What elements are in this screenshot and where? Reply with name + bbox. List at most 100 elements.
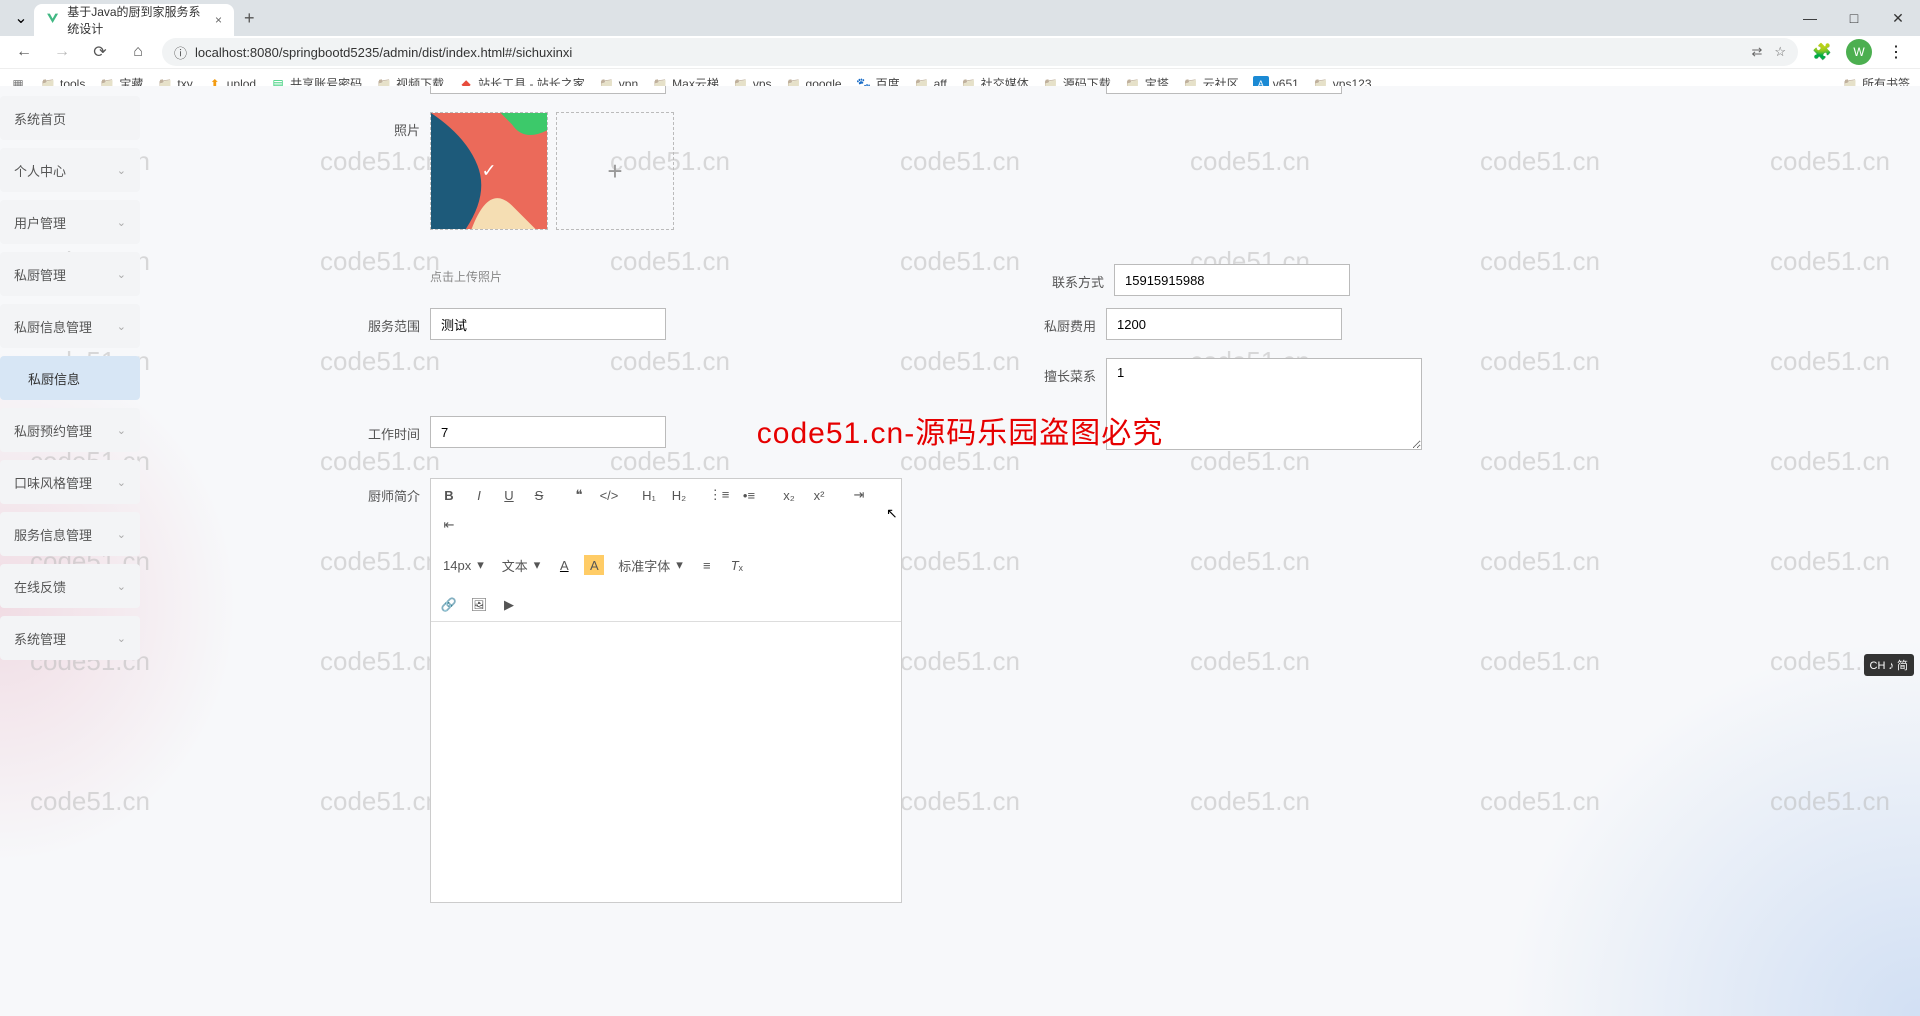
editor-toolbar: B I U S ❝ </> H₁ H₂ ⋮≡ •≡ x₂ [431, 479, 901, 622]
nav-reload-button[interactable]: ⟳ [86, 38, 114, 66]
sidebar-item-label: 口味风格管理 [14, 473, 92, 492]
chevron-down-icon: ⌄ [117, 476, 126, 489]
sidebar-item-label: 私厨管理 [14, 265, 66, 284]
align-icon[interactable]: ≡ [697, 555, 717, 575]
browser-menu-icon[interactable]: ⋮ [1882, 38, 1910, 66]
sidebar-item[interactable]: 私厨管理 ⌄ [0, 252, 140, 296]
nav-forward-button[interactable]: → [48, 38, 76, 66]
tab-close-icon[interactable]: × [215, 13, 222, 27]
sidebar-item[interactable]: 私厨信息管理 ⌄ [0, 304, 140, 348]
sidebar-item-label: 系统管理 [14, 629, 66, 648]
uploaded-image-thumb[interactable]: ✓ [430, 112, 548, 230]
link-icon[interactable]: 🔗 [439, 595, 459, 615]
site-info-icon[interactable]: ⓘ [174, 43, 187, 62]
scope-input[interactable] [430, 308, 666, 340]
upload-add-button[interactable]: + [556, 112, 674, 230]
tab-list-dropdown[interactable]: ⌄ [8, 5, 34, 31]
bold-icon[interactable]: B [439, 485, 459, 505]
sidebar-item-label: 私厨信息 [28, 369, 80, 388]
chevron-down-icon: ⌄ [117, 424, 126, 437]
outdent-icon[interactable]: ⇤ [439, 515, 459, 535]
sidebar-item[interactable]: 系统管理 ⌄ [0, 616, 140, 660]
italic-icon[interactable]: I [469, 485, 489, 505]
sidebar-item-label: 用户管理 [14, 213, 66, 232]
cuisine-label: 擅长菜系 [1016, 358, 1106, 385]
fee-input[interactable] [1106, 308, 1342, 340]
sidebar-item[interactable]: 系统首页 [0, 96, 140, 140]
contact-input[interactable] [1114, 264, 1350, 296]
vue-icon [46, 12, 59, 28]
nav-home-button[interactable]: ⌂ [124, 38, 152, 66]
sidebar-item-label: 私厨信息管理 [14, 317, 92, 336]
chevron-down-icon: ▾ [534, 557, 541, 573]
browser-tab[interactable]: 基于Java的厨到家服务系统设计 × [34, 4, 234, 36]
new-tab-button[interactable]: + [244, 8, 255, 29]
ordered-list-icon[interactable]: ⋮≡ [709, 485, 729, 505]
unordered-list-icon[interactable]: •≡ [739, 485, 759, 505]
sidebar-item-label: 在线反馈 [14, 577, 66, 596]
tab-bar: ⌄ 基于Java的厨到家服务系统设计 × + — □ ✕ [0, 0, 1920, 36]
sidebar-item[interactable]: 用户管理 ⌄ [0, 200, 140, 244]
chevron-down-icon: ⌄ [117, 164, 126, 177]
scope-label: 服务范围 [340, 308, 430, 335]
chevron-down-icon: ⌄ [117, 528, 126, 541]
worktime-input[interactable] [430, 416, 666, 448]
sidebar-item[interactable]: 个人中心 ⌄ [0, 148, 140, 192]
chevron-down-icon: ⌄ [117, 632, 126, 645]
font-color-icon[interactable]: A [554, 555, 574, 575]
image-icon[interactable]: 🖼 [469, 595, 489, 615]
chevron-down-icon: ⌄ [117, 268, 126, 281]
ime-indicator[interactable]: CH ♪ 简 [1864, 654, 1915, 676]
clear-format-icon[interactable]: Tₓ [727, 555, 747, 575]
sidebar-item-label: 个人中心 [14, 161, 66, 180]
fee-label: 私厨费用 [1016, 308, 1106, 335]
subscript-icon[interactable]: x₂ [779, 485, 799, 505]
sidebar-item-label: 系统首页 [14, 109, 66, 128]
chevron-down-icon: ⌄ [117, 320, 126, 333]
h2-icon[interactable]: H₂ [669, 485, 689, 505]
cuisine-textarea[interactable]: 1 [1106, 358, 1422, 450]
strikethrough-icon[interactable]: S [529, 485, 549, 505]
sidebar-nav: 系统首页个人中心⌄用户管理⌄私厨管理⌄私厨信息管理⌄私厨信息私厨预约管理⌄口味风… [0, 86, 140, 1016]
window-maximize-button[interactable]: □ [1832, 0, 1876, 36]
check-icon: ✓ [481, 161, 496, 182]
rich-text-editor: B I U S ❝ </> H₁ H₂ ⋮≡ •≡ x₂ [430, 478, 902, 903]
superscript-icon[interactable]: x² [809, 485, 829, 505]
editor-body[interactable] [431, 622, 901, 902]
window-close-button[interactable]: ✕ [1876, 0, 1920, 36]
sidebar-item[interactable]: 服务信息管理 ⌄ [0, 512, 140, 556]
url-text: localhost:8080/springbootd5235/admin/dis… [195, 45, 1743, 60]
text-type-select[interactable]: 文本 ▾ [498, 556, 545, 575]
video-icon[interactable]: ▶ [499, 595, 519, 615]
sidebar-item[interactable]: 私厨预约管理 ⌄ [0, 408, 140, 452]
quote-icon[interactable]: ❝ [569, 485, 589, 505]
sidebar-item[interactable]: 在线反馈 ⌄ [0, 564, 140, 608]
url-input[interactable]: ⓘ localhost:8080/springbootd5235/admin/d… [162, 38, 1798, 66]
translate-icon[interactable]: ⇄ [1751, 44, 1762, 60]
chevron-down-icon: ⌄ [117, 580, 126, 593]
chevron-down-icon: ⌄ [117, 216, 126, 229]
sidebar-item-label: 私厨预约管理 [14, 421, 92, 440]
indent-icon[interactable]: ⇥ [849, 485, 869, 505]
bookmark-star-icon[interactable]: ☆ [1774, 44, 1786, 60]
font-family-select[interactable]: 标准字体 ▾ [614, 556, 687, 575]
font-size-select[interactable]: 14px ▾ [439, 557, 488, 573]
profile-avatar[interactable]: W [1846, 39, 1872, 65]
sidebar-item[interactable]: 口味风格管理 ⌄ [0, 460, 140, 504]
contact-label: 联系方式 [1024, 264, 1114, 291]
main-content: 照片 ✓ + 点击 [140, 86, 1920, 1016]
h1-icon[interactable]: H₁ [639, 485, 659, 505]
code-icon[interactable]: </> [599, 485, 619, 505]
extensions-icon[interactable]: 🧩 [1808, 38, 1836, 66]
sidebar-item[interactable]: 私厨信息 [0, 356, 140, 400]
bg-color-icon[interactable]: A [584, 555, 604, 575]
tab-title: 基于Java的厨到家服务系统设计 [67, 3, 207, 37]
nav-back-button[interactable]: ← [10, 38, 38, 66]
underline-icon[interactable]: U [499, 485, 519, 505]
window-minimize-button[interactable]: — [1788, 0, 1832, 36]
chevron-down-icon: ▾ [676, 557, 683, 573]
intro-label: 厨师简介 [340, 478, 430, 505]
chevron-down-icon: ▾ [477, 557, 484, 573]
sidebar-item-label: 服务信息管理 [14, 525, 92, 544]
worktime-label: 工作时间 [340, 416, 430, 443]
